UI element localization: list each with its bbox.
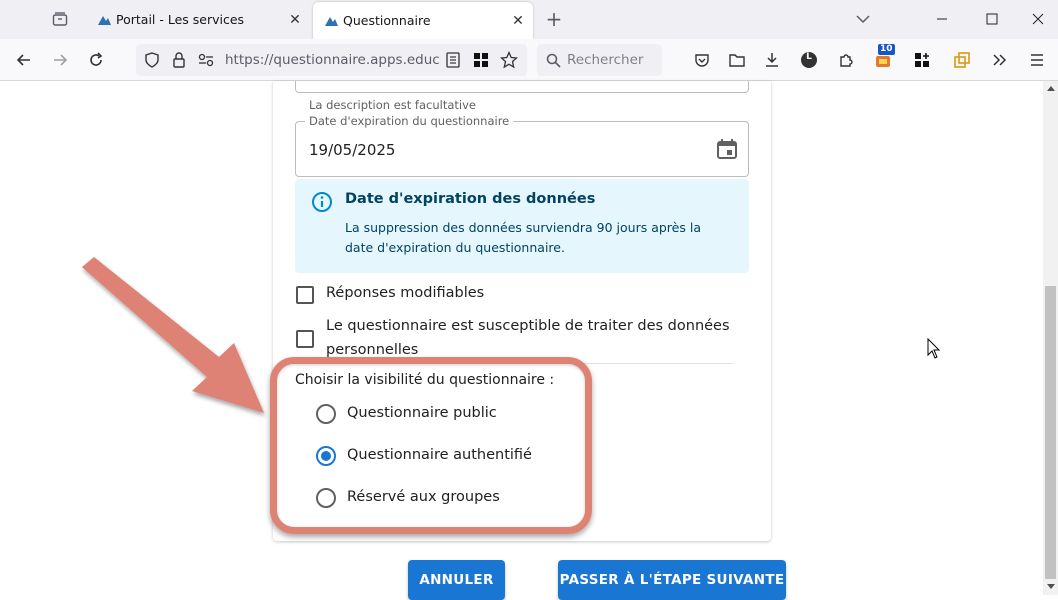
reader-view-icon[interactable] [446,52,460,68]
back-arrow-icon [16,54,30,66]
pocket-button[interactable] [690,48,714,72]
cancel-button[interactable]: ANNULER [408,560,505,600]
description-helper: La description est facultative [309,98,476,112]
close-window-button[interactable] [1016,4,1058,34]
tab-questionnaire[interactable]: Questionnaire ✕ [313,2,533,39]
lock-icon [173,52,185,68]
url-bar[interactable]: https://questionnaire.apps.educatio [136,44,527,76]
overflow-menu-button[interactable] [988,48,1012,72]
annotation-highlight-box [270,357,592,534]
list-all-tabs-button[interactable] [852,8,874,30]
forward-button[interactable] [48,48,72,72]
next-step-button[interactable]: PASSER À L'ÉTAPE SUIVANTE [558,560,786,600]
site-favicon-icon [325,16,338,26]
tab-label: Portail - Les services [116,12,245,27]
reload-button[interactable] [84,48,108,72]
download-icon [766,53,778,67]
scrollbar-thumb[interactable] [1045,286,1056,579]
profile-button[interactable]: L [797,48,821,72]
minimize-button[interactable] [920,4,964,34]
folder-icon [729,54,745,67]
extensions-button[interactable] [834,48,858,72]
menu-button[interactable] [1025,48,1049,72]
pocket-icon [695,54,709,67]
navigation-bar: https://questionnaire.apps.educatio Rech… [0,39,1058,81]
expiration-date-value[interactable]: 19/05/2025 [309,141,395,159]
forward-arrow-icon [54,54,68,66]
expiration-date-label: Date d'expiration du questionnaire [305,114,514,128]
search-icon [546,53,561,68]
maximize-button[interactable] [970,4,1014,34]
reload-icon [90,52,103,66]
window-extension-button[interactable] [950,48,974,72]
tab-bar: Portail - Les services ✕ Questionnaire ✕… [0,0,1058,39]
apps-extension-button[interactable] [910,48,934,72]
firefox-view-button[interactable] [46,7,74,31]
info-text: La suppression des données surviendra 90… [345,220,701,255]
search-bar[interactable]: Rechercher [537,44,662,76]
search-placeholder: Rechercher [567,52,644,68]
back-button[interactable] [12,48,36,72]
info-title: Date d'expiration des données [345,191,596,207]
info-icon [312,192,332,212]
close-tab-icon[interactable]: ✕ [509,12,527,30]
save-to-folder-button[interactable] [725,48,749,72]
editable-answers-checkbox[interactable] [296,286,314,304]
puzzle-icon [840,54,853,67]
scroll-up-icon[interactable] [1047,86,1055,91]
url-text: https://questionnaire.apps.educatio [225,52,439,68]
tab-portail[interactable]: Portail - Les services ✕ [86,0,310,39]
tab-label: Questionnaire [343,13,431,28]
annotation-arrow-icon [82,257,264,413]
double-chevron-right-icon [993,54,1007,66]
grid-extension-icon[interactable] [473,52,489,68]
expiration-date-field[interactable]: Date d'expiration du questionnaire 19/05… [295,114,749,177]
shield-icon [145,52,159,68]
hamburger-menu-icon [1031,54,1043,66]
bookmark-star-icon[interactable] [500,51,518,69]
editable-answers-label: Réponses modifiables [326,285,485,301]
permissions-icon [198,53,214,67]
minimize-icon [937,18,947,20]
maximize-icon [986,13,998,25]
apps-plus-icon [915,53,929,67]
site-favicon-icon [98,15,111,25]
profile-initial: L [806,52,812,62]
personal-data-label: Le questionnaire est susceptible de trai… [326,318,730,358]
mouse-cursor-icon [927,338,941,359]
close-tab-icon[interactable]: ✕ [286,11,304,29]
downloads-button[interactable] [760,48,784,72]
scroll-down-icon[interactable] [1047,584,1055,589]
notification-badge: 10 [878,44,895,55]
personal-data-checkbox[interactable] [296,330,314,348]
close-icon [1032,13,1044,25]
description-field[interactable] [295,81,749,93]
firefox-view-icon [52,12,68,26]
copy-windows-icon [954,52,970,68]
new-tab-button[interactable]: + [543,7,565,31]
calendar-icon[interactable] [716,138,738,160]
data-expiration-info-alert: Date d'expiration des données La suppres… [295,179,749,273]
chevron-down-icon [856,15,870,24]
